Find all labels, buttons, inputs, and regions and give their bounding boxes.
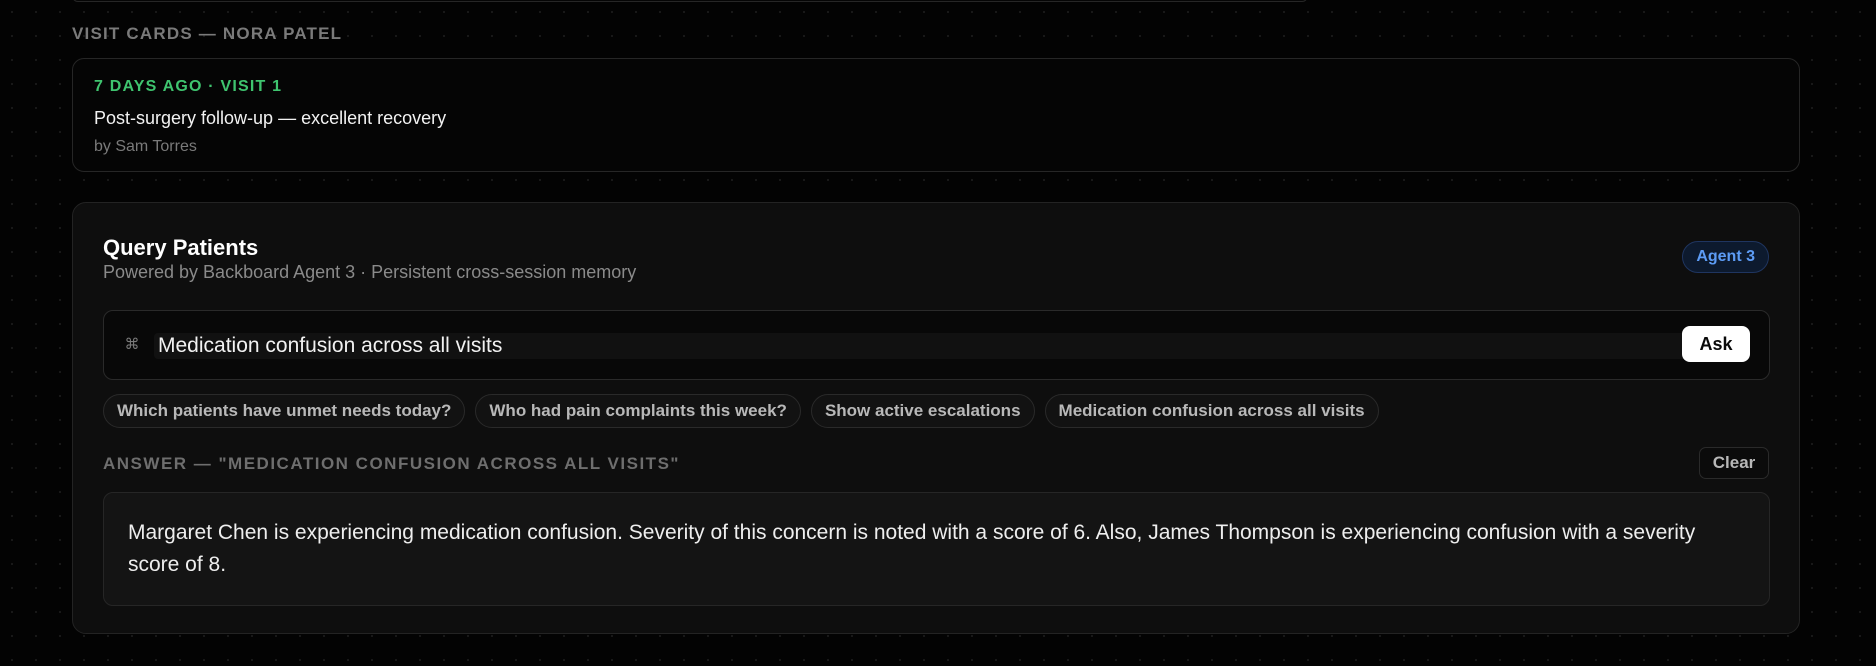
clear-button[interactable]: Clear: [1699, 447, 1769, 479]
suggestion-chip-unmet-needs[interactable]: Which patients have unmet needs today?: [103, 394, 466, 428]
panel-subtitle: Powered by Backboard Agent 3 · Persisten…: [103, 262, 637, 282]
suggestion-chips: Which patients have unmet needs today? W…: [103, 394, 1379, 428]
command-icon: ⌘: [124, 336, 140, 353]
visit-card-meta: 7 DAYS AGO · VISIT 1: [94, 78, 283, 95]
suggestion-chip-active-escalations[interactable]: Show active escalations: [810, 394, 1035, 428]
previous-panel-edge: [72, 0, 1308, 2]
answer-label: ANSWER — "MEDICATION CONFUSION ACROSS AL…: [103, 454, 680, 473]
visit-card[interactable]: 7 DAYS AGO · VISIT 1 Post-surgery follow…: [72, 58, 1800, 172]
answer-box: Margaret Chen is experiencing medication…: [103, 492, 1770, 606]
suggestion-chip-medication-confusion[interactable]: Medication confusion across all visits: [1044, 394, 1379, 428]
suggestion-chip-pain-complaints[interactable]: Who had pain complaints this week?: [475, 394, 801, 428]
panel-title: Query Patients: [103, 235, 259, 260]
query-patients-panel: Query Patients Powered by Backboard Agen…: [72, 202, 1800, 634]
ask-button[interactable]: Ask: [1682, 326, 1750, 362]
query-input[interactable]: [154, 333, 1689, 359]
visit-cards-section-label: VISIT CARDS — NORA PATEL: [72, 24, 343, 43]
answer-text: Margaret Chen is experiencing medication…: [128, 521, 1696, 576]
visit-card-author: by Sam Torres: [94, 138, 197, 155]
visit-card-title: Post-surgery follow-up — excellent recov…: [94, 108, 447, 128]
query-box: ⌘ Ask: [103, 310, 1770, 380]
agent-badge: Agent 3: [1682, 241, 1769, 273]
